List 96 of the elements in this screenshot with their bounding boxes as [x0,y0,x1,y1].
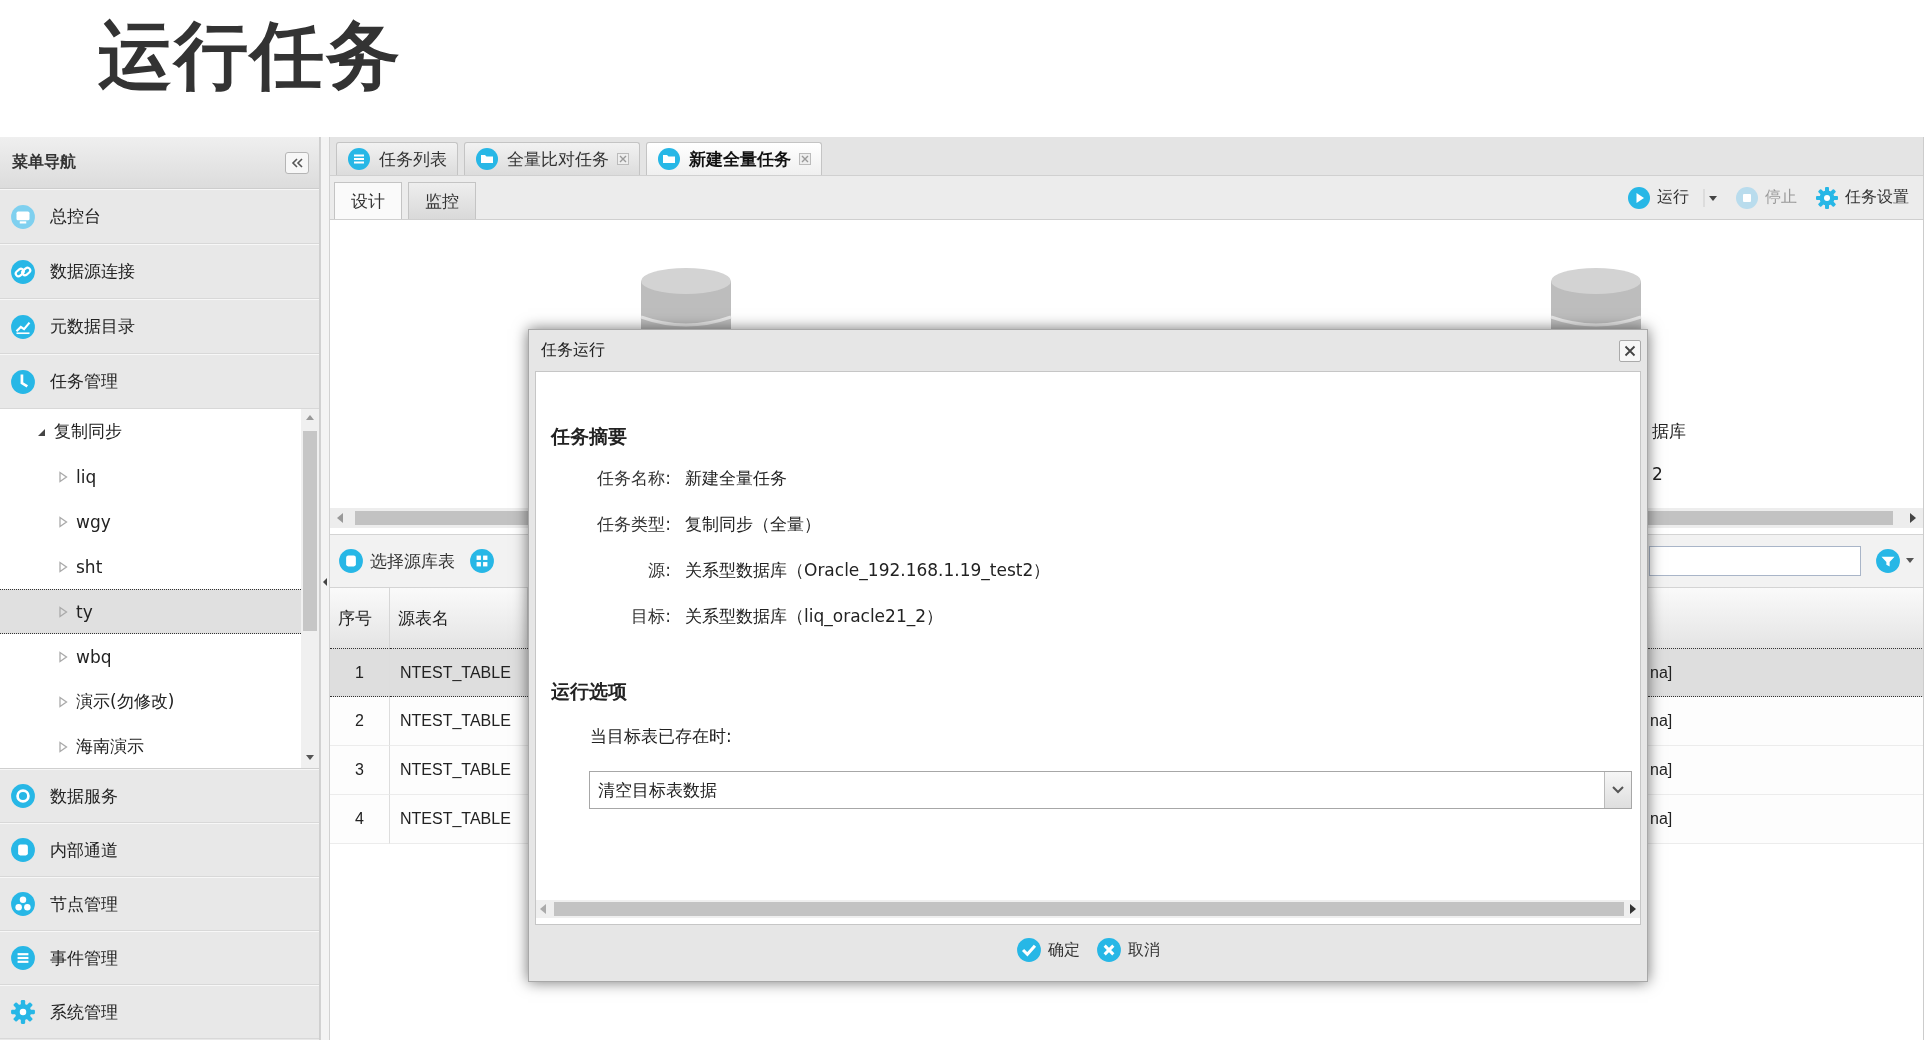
scrollbar[interactable] [536,900,1640,918]
close-button[interactable] [1619,339,1641,362]
folder-icon [657,147,681,171]
tree-item[interactable]: sht [0,544,301,589]
table-cell: na] [1650,663,1673,682]
tree-item[interactable]: wgy [0,499,301,544]
close-icon [1624,344,1636,357]
field-label: 任务类型: [597,513,671,536]
tree-item[interactable]: liq [0,454,301,499]
scrollbar[interactable] [301,409,319,768]
grid-button[interactable] [469,548,495,574]
table-cell: na] [1650,761,1673,779]
close-icon[interactable] [617,153,629,165]
list-icon [10,945,36,971]
nav-item[interactable]: 数据服务 [0,769,319,823]
cancel-icon [1096,937,1122,963]
filter-icon [1875,548,1901,574]
table-cell: na] [1650,712,1673,730]
table-cell: 2 [355,712,364,730]
link-icon [10,258,36,285]
nav-item[interactable]: 总控台 [0,189,319,244]
collapsed-triangle-icon [58,605,68,618]
nav-item[interactable]: 系统管理 [0,985,319,1039]
section-heading: 运行选项 [551,679,627,703]
table-cell: 1 [355,663,364,682]
folder-icon [475,147,499,171]
nav-item[interactable]: 元数据目录 [0,299,319,354]
column-header[interactable] [1648,588,1923,648]
dialog-title: 任务运行 [541,340,605,361]
node-label: 据库 [1652,420,1686,443]
table-cell: 4 [355,810,364,828]
tab[interactable]: 新建全量任务 [646,142,822,175]
chevron-down-icon [1604,772,1631,808]
play-icon [1627,185,1651,210]
collapsed-triangle-icon [58,695,68,708]
ring-icon [10,783,36,809]
section-heading: 任务摘要 [551,424,627,448]
tab[interactable]: 任务列表 [336,142,458,175]
check-icon [1016,937,1042,963]
run-button[interactable]: 运行 [1623,183,1693,212]
grid-icon [469,548,495,574]
field-value: 关系型数据库（Oracle_192.168.1.19_test2） [685,559,1051,583]
monitor-icon [10,203,36,230]
tree-item[interactable]: 海南演示 [0,724,301,769]
toolbar-button[interactable]: 选择源库表 [338,548,455,574]
close-icon[interactable] [799,153,811,165]
clock-icon [10,368,36,395]
tree-item[interactable]: 复制同步 [0,409,301,454]
table-cell: NTEST_TABLE [400,712,511,730]
tree-item[interactable]: wbq [0,634,301,679]
nav-item[interactable]: 内部通道 [0,823,319,877]
filter-button[interactable] [1875,548,1915,574]
collapsed-triangle-icon [58,650,68,663]
cancel-button[interactable]: 取消 [1096,937,1160,963]
table-cell: NTEST_TABLE [400,810,511,828]
select-field[interactable]: 清空目标表数据 [589,771,1632,809]
collapsed-triangle-icon [58,560,68,573]
nav-item[interactable]: 事件管理 [0,931,319,985]
table-cell: 3 [355,761,364,779]
node-label: 2 [1652,464,1663,484]
search-field[interactable] [1649,546,1861,576]
field-label: 源: [648,559,671,582]
tree-item[interactable]: ty [0,589,301,634]
tree-item[interactable]: 演示(勿修改) [0,679,301,724]
field-value: 新建全量任务 [685,467,787,490]
collapsed-triangle-icon [58,470,68,483]
table-cell: NTEST_TABLE [400,761,511,779]
field-label: 当目标表已存在时: [590,725,732,748]
stop-icon [1735,185,1759,210]
collapse-button[interactable] [285,151,309,174]
nodes-icon [10,891,36,917]
settings-button[interactable]: 任务设置 [1811,183,1913,212]
sidebar-title: 菜单导航 [12,152,76,173]
confirm-button[interactable]: 确定 [1016,937,1080,963]
field-value: 关系型数据库（liq_oracle21_2） [685,605,944,629]
tab[interactable]: 监控 [408,182,476,219]
page-title: 运行任务 [98,14,402,96]
tab[interactable]: 全量比对任务 [464,142,640,175]
caret-icon [1905,557,1915,565]
column-header[interactable]: 序号 [330,588,390,648]
settings-icon [10,999,36,1025]
nav-item[interactable]: 节点管理 [0,877,319,931]
tab[interactable]: 设计 [334,182,402,219]
table-cell: NTEST_TABLE [400,663,511,682]
column-header[interactable]: 源表名 [390,588,528,648]
nav-item[interactable]: 数据源连接 [0,244,319,299]
collapsed-triangle-icon [58,515,68,528]
settings-icon [1815,185,1839,210]
double-chevron-left-icon [291,157,303,168]
field-label: 目标: [631,605,671,628]
list-icon [347,147,371,171]
chart-icon [10,313,36,340]
collapsed-triangle-icon [58,740,68,753]
field-value: 复制同步（全量） [685,513,821,536]
field-label: 任务名称: [597,467,671,490]
table-cell: na] [1650,810,1673,828]
